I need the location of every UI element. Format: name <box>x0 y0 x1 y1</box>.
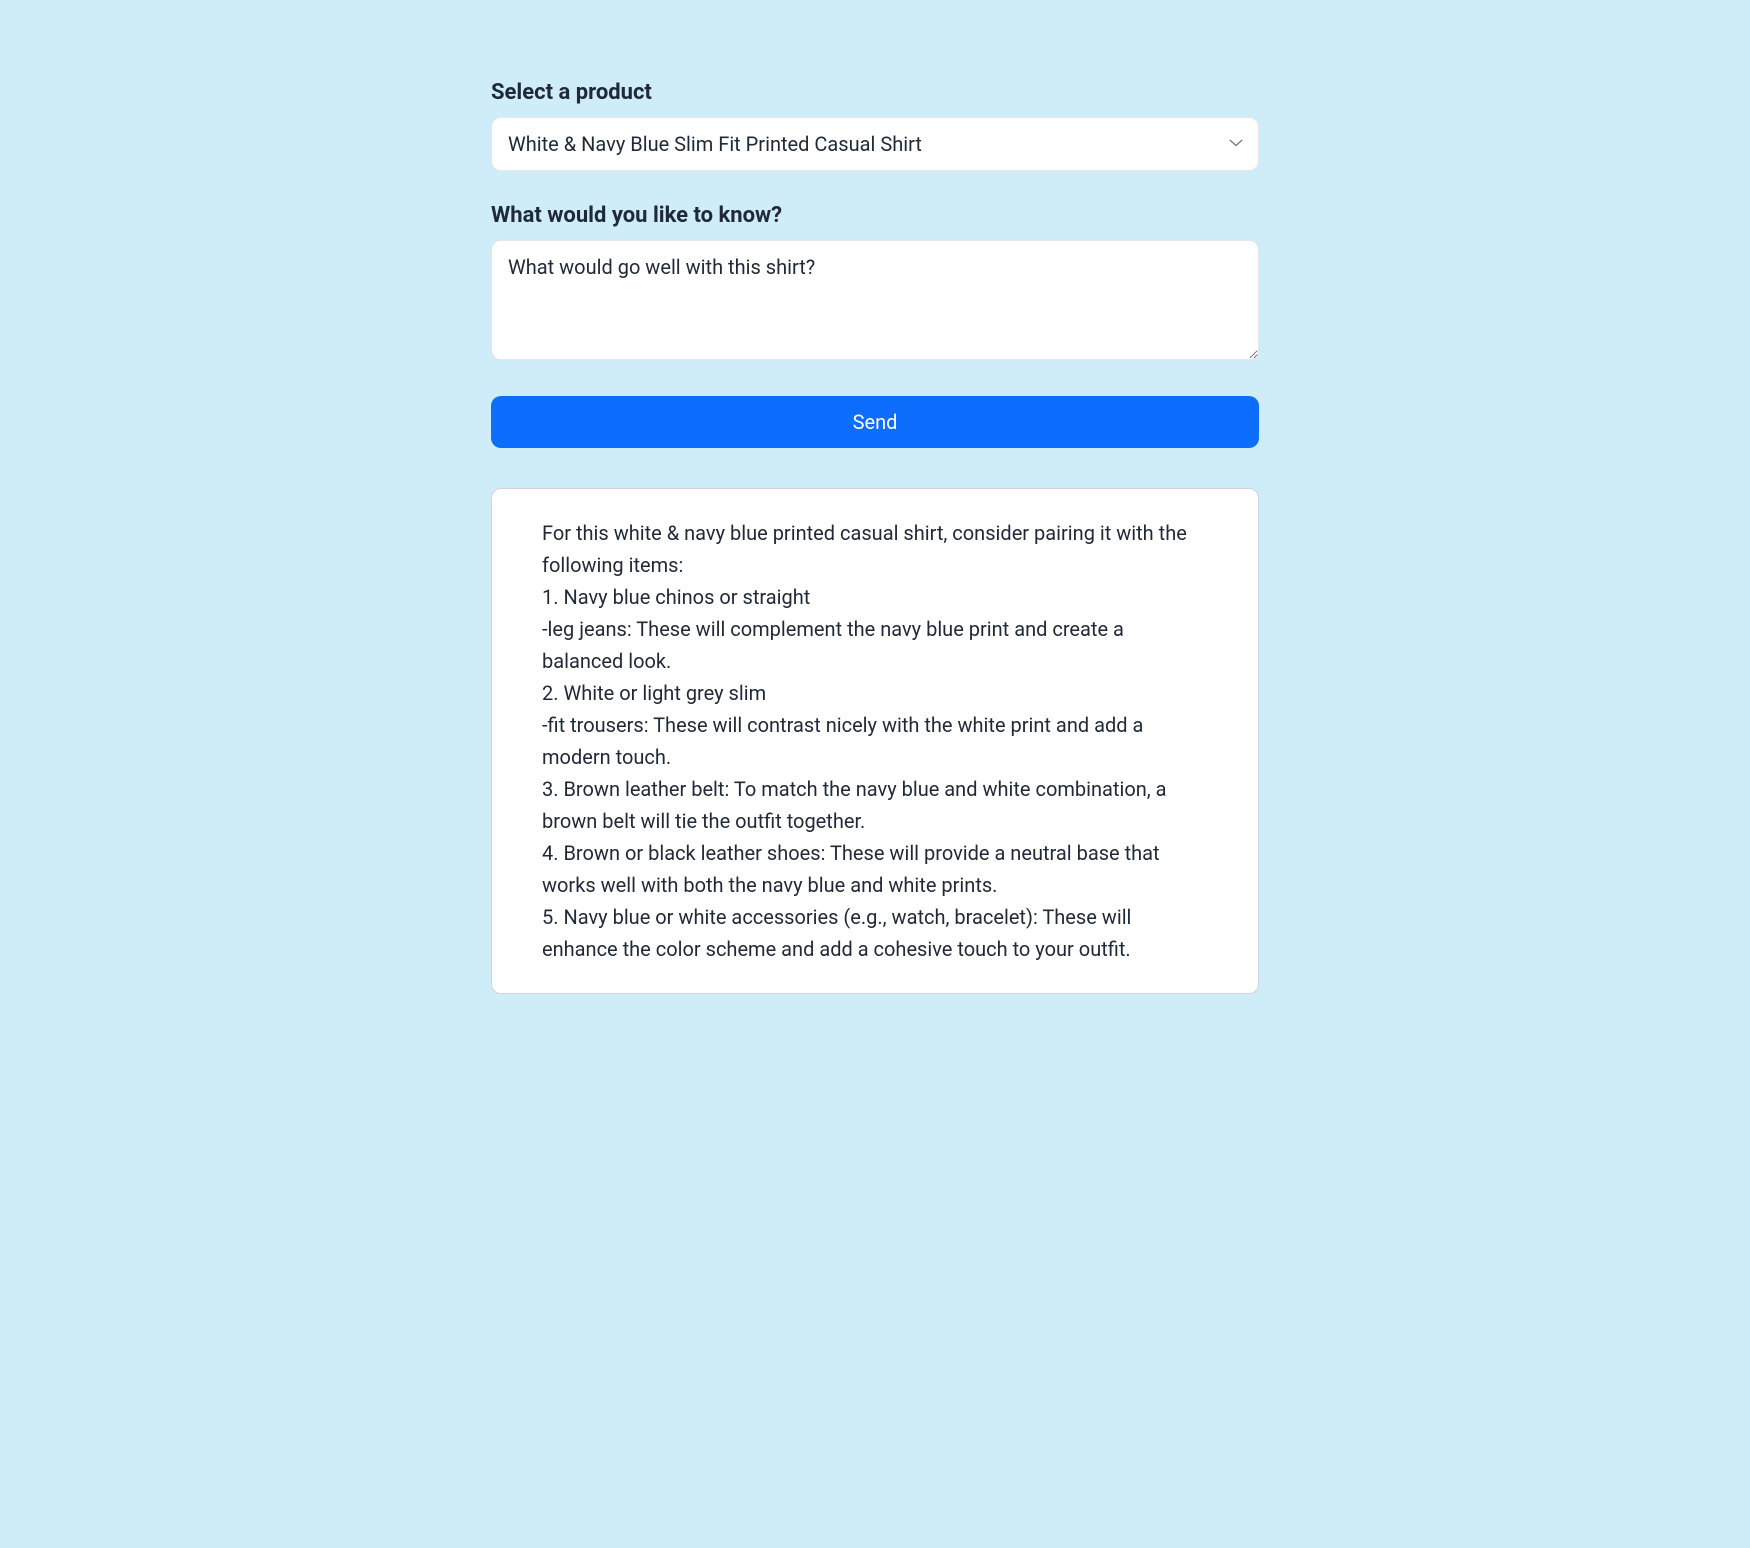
product-select[interactable]: White & Navy Blue Slim Fit Printed Casua… <box>491 117 1259 171</box>
form-container: Select a product White & Navy Blue Slim … <box>475 80 1275 994</box>
question-label: What would you like to know? <box>491 203 1259 228</box>
response-text: For this white & navy blue printed casua… <box>542 517 1208 965</box>
product-select-wrapper: White & Navy Blue Slim Fit Printed Casua… <box>491 117 1259 171</box>
question-input[interactable] <box>491 240 1259 360</box>
product-select-label: Select a product <box>491 80 1259 105</box>
send-button[interactable]: Send <box>491 396 1259 448</box>
response-card: For this white & navy blue printed casua… <box>491 488 1259 994</box>
